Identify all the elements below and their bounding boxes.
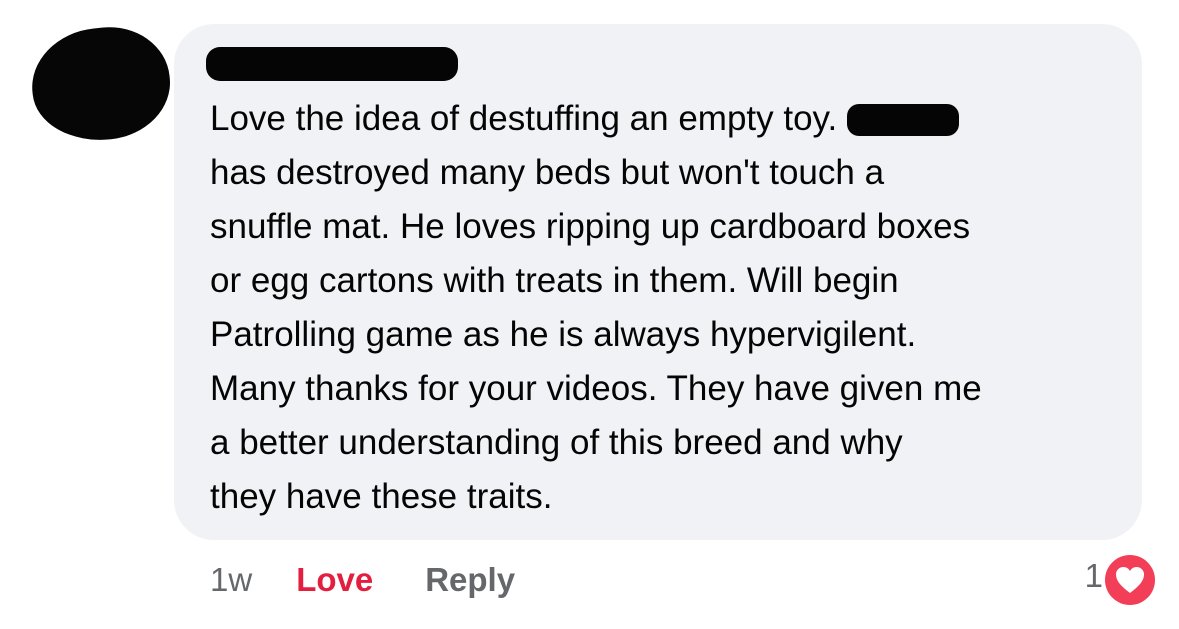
comment-line: snuffle mat. He loves ripping up cardboa… bbox=[210, 207, 971, 246]
heart-badge bbox=[1105, 555, 1155, 605]
comment-timestamp[interactable]: 1w bbox=[210, 561, 252, 599]
reply-button[interactable]: Reply bbox=[425, 561, 515, 599]
comment-line: Patrolling game as he is always hypervig… bbox=[210, 315, 917, 354]
heart-icon-glyph bbox=[1116, 567, 1144, 593]
comment-line: they have these traits. bbox=[210, 477, 553, 516]
avatar-redacted[interactable] bbox=[26, 21, 176, 147]
author-name-redacted[interactable] bbox=[206, 47, 458, 81]
love-reaction-button[interactable]: Love bbox=[296, 561, 373, 599]
heart-icon[interactable] bbox=[1101, 551, 1159, 609]
comment-line: has destroyed many beds but won't touch … bbox=[210, 153, 885, 192]
comment-line: a better understanding of this breed and… bbox=[210, 423, 903, 462]
comment-line: or egg cartons with treats in them. Will… bbox=[210, 261, 899, 300]
redacted-name bbox=[847, 104, 960, 136]
comment-line: Love the idea of destuffing an empty toy… bbox=[210, 92, 1130, 146]
comment-line: Many thanks for your videos. They have g… bbox=[210, 369, 982, 408]
comment-text: Love the idea of destuffing an empty toy… bbox=[210, 92, 1130, 524]
comment-actions: 1w Love Reply bbox=[210, 558, 515, 602]
